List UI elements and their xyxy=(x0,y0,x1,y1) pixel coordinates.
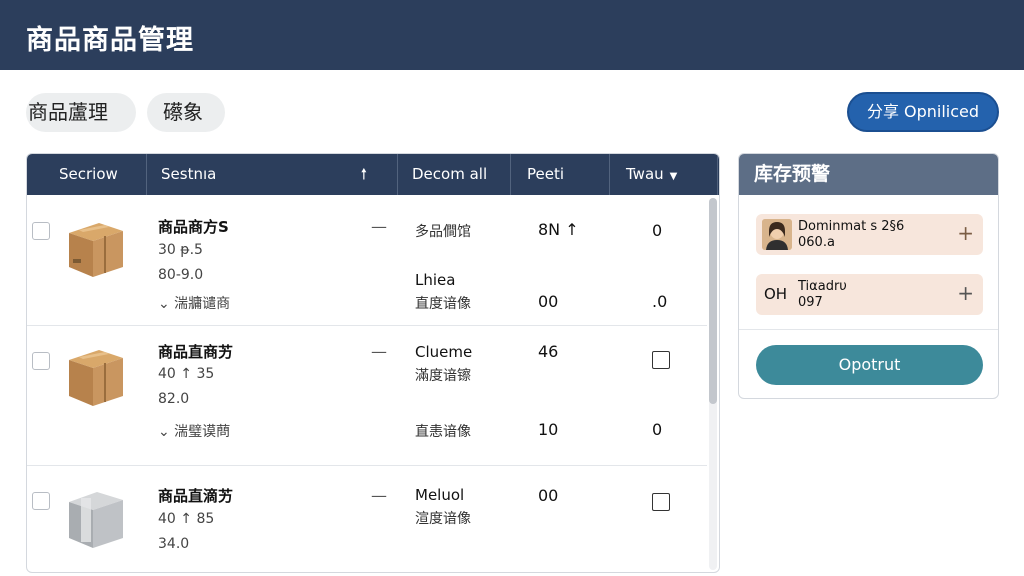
product-price: 80-9.0 xyxy=(158,267,204,283)
description-text: 直恚谙像 xyxy=(415,424,471,440)
app-title: 商品商品管理 xyxy=(26,25,194,56)
alert-value: 097 xyxy=(798,295,823,310)
description-title: Meluol xyxy=(415,486,465,504)
divider xyxy=(739,329,998,330)
row-checkbox[interactable] xyxy=(32,352,50,370)
alert-value: 060.a xyxy=(798,235,835,250)
peeti-value: 8N ↑ xyxy=(538,220,579,239)
row-checkbox[interactable] xyxy=(32,492,50,510)
product-name: 商品商方S xyxy=(158,218,229,236)
description-text: 滿度谙镲 xyxy=(415,368,471,384)
description-text: 渲度谙像 xyxy=(415,511,471,527)
column-header-label: Sestnıa xyxy=(161,165,217,183)
peeti-value: 00 xyxy=(538,486,559,505)
row-dash: — xyxy=(371,217,387,236)
product-detail: 40 ↑ 85 xyxy=(158,511,215,527)
description-title: Clueme xyxy=(415,343,473,361)
column-header-section[interactable]: Secriow xyxy=(27,154,147,195)
table-header: Secriow Sestnıa 🠕 Decom all Peeti Twau ▼ xyxy=(27,154,719,195)
product-price: 34.0 xyxy=(158,536,190,552)
plus-icon[interactable]: + xyxy=(957,222,974,244)
alert-title: Dominmat s 2§6 xyxy=(798,219,905,234)
twau-value: 0 xyxy=(652,221,663,240)
table-row: 商品商方S 30 ᵽ.5 80-9.0 ⌄ 湍牅谴商 — 多品僴馆 Lhiea … xyxy=(27,195,707,326)
description-text: 多品僴馆 xyxy=(415,224,471,240)
row-dash: — xyxy=(371,342,387,361)
product-name: 商品直商艻 xyxy=(158,343,234,361)
scrollbar-thumb[interactable] xyxy=(709,198,717,404)
optimize-button[interactable]: Opotrut xyxy=(756,345,983,385)
column-header-peeti[interactable]: Peeti xyxy=(511,154,610,195)
alert-title: Tiαadrυ xyxy=(798,279,847,294)
column-header-label: Twau xyxy=(626,165,664,183)
tab-chip-secondary[interactable]: 礤象 xyxy=(147,93,225,132)
product-name: 商品直滴艻 xyxy=(158,487,234,505)
product-category[interactable]: ⌄ 湍璧谟蔄 xyxy=(158,421,230,441)
product-detail: 30 ᵽ.5 xyxy=(158,242,203,258)
product-price: 82.0 xyxy=(158,391,190,407)
panel-title: 库存预警 xyxy=(739,154,998,195)
description-title: Lhiea xyxy=(415,271,456,289)
column-header-label: Decom all xyxy=(412,165,488,183)
alert-badge: OH xyxy=(764,285,788,303)
row-checkbox[interactable] xyxy=(32,222,50,240)
peeti-value: 10 xyxy=(538,420,559,439)
plus-icon[interactable]: + xyxy=(957,282,974,304)
twau-value: 0 xyxy=(652,420,663,439)
table-scrollbar[interactable] xyxy=(709,198,717,570)
product-category[interactable]: ⌄ 湍牅谴商 xyxy=(158,293,230,313)
table-row: 商品直滴艻 40 ↑ 85 34.0 — Meluol 渲度谙像 00 xyxy=(27,466,707,572)
cardboard-box-icon xyxy=(69,350,123,406)
description-text: 直度谙像 xyxy=(415,296,471,312)
alert-item[interactable]: OH Tiαadrυ 097 + xyxy=(756,274,983,315)
column-header-description[interactable]: Decom all xyxy=(398,154,511,195)
product-table: Secriow Sestnıa 🠕 Decom all Peeti Twau ▼ 商… xyxy=(26,153,720,573)
row-dash: — xyxy=(371,486,387,505)
gray-box-icon xyxy=(69,492,123,548)
tab-chip-product-management[interactable]: 商品蘆理 xyxy=(26,93,136,132)
column-header-twau[interactable]: Twau ▼ xyxy=(610,154,718,195)
product-detail: 40 ↑ 35 xyxy=(158,366,215,382)
column-header-name[interactable]: Sestnıa 🠕 xyxy=(147,154,398,195)
column-header-label: Secriow xyxy=(59,165,118,183)
column-header-label: Peeti xyxy=(527,165,565,183)
alert-item[interactable]: Dominmat s 2§6 060.a + xyxy=(756,214,983,255)
chevron-down-icon: ▼ xyxy=(669,171,678,182)
square-icon[interactable] xyxy=(652,351,670,369)
share-button[interactable]: 分享 Opniliced xyxy=(847,92,999,132)
peeti-value: 46 xyxy=(538,342,559,361)
person-avatar-icon xyxy=(762,219,792,250)
top-bar: 商品商品管理 xyxy=(0,0,1024,70)
stock-alert-panel: 库存预警 Dominmat s 2§6 060.a + OH Tiαadrυ 0… xyxy=(738,153,999,399)
sort-up-icon[interactable]: 🠕 xyxy=(361,154,367,195)
cardboard-box-icon xyxy=(69,223,123,277)
table-row: 商品直商艻 40 ↑ 35 82.0 ⌄ 湍璧谟蔄 — Clueme 滿度谙镲 … xyxy=(27,326,707,466)
twau-value: .0 xyxy=(652,292,668,311)
square-icon[interactable] xyxy=(652,493,670,511)
peeti-value: 00 xyxy=(538,292,559,311)
